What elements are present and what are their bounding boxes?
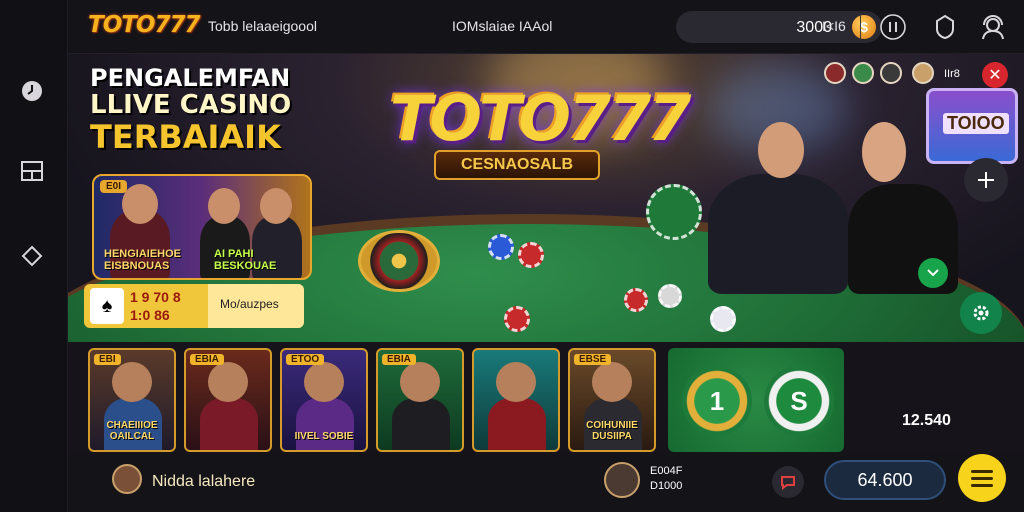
game-card[interactable]: EBI CHAEIIIOE OAILCAL [88,348,176,452]
female-dealer-face [862,122,906,182]
chip-icon [504,306,530,332]
odds-line-2: 1:0 86 [130,307,170,323]
game-card[interactable]: ETOO IIVEL SOBIE [280,348,368,452]
coin-icon: $ [852,15,876,39]
game-face [496,362,536,402]
game-figure [296,398,354,450]
game-card[interactable]: EBSE COIHUNIIE DUSIIPA [568,348,656,452]
chip-icon [518,242,544,268]
odds-card[interactable]: ♠ 1 9 70 8 1:0 86 Mo/auzpes [84,284,304,328]
layout-icon[interactable] [18,157,46,185]
male-dealer-face [758,122,804,178]
divider [860,14,861,40]
game-figure [488,398,546,450]
game-face [112,362,152,402]
gear-icon[interactable] [960,292,1002,334]
dealer-face [260,188,292,224]
chip-icon [658,284,682,308]
hero-sublogo: CESNAOSALB [434,150,600,180]
game-card[interactable]: EBIA [376,348,464,452]
game-face [400,362,440,402]
spade-icon: ♠ [90,288,124,324]
promo-name: HENGIAIEHOE EISBNOUAS [104,248,182,272]
game-name: CHAEIIIOE OAILCAL [106,420,158,442]
player-avatar[interactable] [912,62,934,84]
hero-title-line-1: PENGALEMFAN [90,64,291,92]
game-card[interactable]: EBIA [184,348,272,452]
game-tag: ETOO [286,354,325,365]
bottom-bar: Nidda lalahere E004F D1000 64.600 [68,454,1024,512]
chip-button-2[interactable]: S [764,366,834,436]
dealer-face [208,188,240,224]
chip-button-1[interactable]: 1 [682,366,752,436]
top-bar: TOTO777 Tobb lelaaeigoool IOMslaiae IAAo… [68,0,1024,54]
game-figure [392,398,450,450]
game-tag: EBI [94,354,121,365]
game-face [208,362,248,402]
player-avatar[interactable] [880,62,902,84]
dealer-avatar[interactable] [604,462,640,498]
clock-icon[interactable] [18,77,46,105]
roulette-wheel [358,230,440,292]
hero-title-line-2: LLIVE CASINO [90,90,292,120]
hero-title-line-3: TERBAIAIK [90,118,281,156]
odds-line-1: 1 9 70 8 [130,289,181,305]
tv-screen: TOIOO [926,88,1018,164]
player-avatar[interactable] [852,62,874,84]
male-dealer [708,174,848,294]
nav-link-2[interactable]: IOMslaiae IAAol [452,18,552,34]
game-tag: EBIA [382,354,416,365]
chevron-down-icon[interactable] [918,258,948,288]
promo-name-2: AI PAHI BESKOUAE [214,248,277,272]
chip-icon [710,306,736,332]
game-tag: EBSE [574,354,612,365]
game-figure [200,398,258,450]
shield-icon[interactable] [930,12,960,42]
chip-icon [646,184,702,240]
total-balance[interactable]: 64.600 [824,460,946,500]
balance-pill[interactable]: 3000 $ [676,11,882,43]
chip-icon [488,234,514,260]
user-avatar[interactable] [112,464,142,494]
promo-tag: E0I [100,180,128,193]
site-logo[interactable]: TOTO777 [88,12,200,38]
screen-text: TOIOO [943,113,1009,134]
move-icon[interactable] [964,158,1008,202]
odds-panel: Mo/auzpes [208,284,304,328]
nav-link-1[interactable]: Tobb lelaaeigoool [208,18,317,34]
chip-icon [624,288,648,312]
game-name: COIHUNIIE DUSIIPA [586,420,638,442]
user-name: Nidda lalahere [152,473,256,490]
balance-suffix: I<I6 [822,18,846,34]
bar-chart-icon[interactable] [878,12,908,42]
close-button[interactable]: ✕ [982,62,1008,88]
menu-icon[interactable] [958,454,1006,502]
odds-label: Mo/auzpes [220,297,279,311]
game-tag: EBIA [190,354,224,365]
dealer-info-2: D1000 [650,480,683,492]
diamond-icon[interactable] [18,242,46,270]
promo-card[interactable]: E0I HENGIAIEHOE EISBNOUAS AI PAHI BESKOU… [92,174,312,280]
online-count: IIr8 [944,68,960,80]
game-face [592,362,632,402]
user-support-icon[interactable] [978,12,1008,42]
game-face [304,362,344,402]
hero-logo: TOTO777 [390,82,691,155]
player-avatar[interactable] [824,62,846,84]
chat-icon[interactable] [772,466,804,498]
dealer-info-1: E004F [650,465,683,477]
chip-selector: 1 S [668,348,844,452]
bet-value: 12.540 [902,412,951,429]
game-strip: EBI CHAEIIIOE OAILCAL EBIA ETOO IIVEL SO… [68,342,1024,454]
left-rail [0,0,68,512]
game-card[interactable] [472,348,560,452]
hero-banner[interactable]: TOIOO PENGALEMFAN LLIVE CASINO TERBAIAIK… [68,54,1024,342]
dealer-face [122,184,158,224]
game-name: IIVEL SOBIE [294,431,354,442]
